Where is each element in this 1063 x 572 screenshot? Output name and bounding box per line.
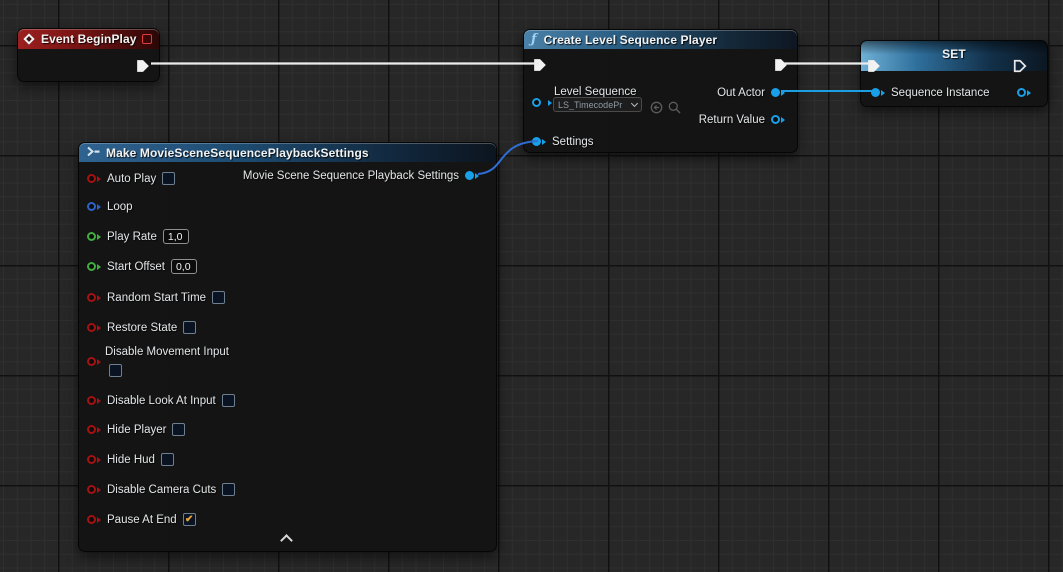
pin-row-restore-state: Restore State bbox=[87, 320, 196, 335]
pin-row-play-rate: Play Rate bbox=[87, 229, 189, 244]
node-title: Make MovieSceneSequencePlaybackSettings bbox=[106, 146, 369, 160]
browse-asset-magnifier-icon[interactable] bbox=[668, 100, 681, 115]
out-actor-row: Out Actor bbox=[717, 85, 785, 100]
pin-row-auto-play: Auto Play bbox=[87, 171, 175, 186]
level-sequence-input-pin[interactable] bbox=[532, 95, 552, 110]
use-selected-asset-icon[interactable] bbox=[650, 100, 663, 115]
restore-state-checkbox[interactable] bbox=[183, 321, 196, 334]
bool-input-pin[interactable] bbox=[87, 293, 101, 302]
pin-label: Random Start Time bbox=[107, 292, 206, 304]
node-header[interactable]: ƒ Create Level Sequence Player bbox=[524, 30, 797, 49]
function-icon: ƒ bbox=[531, 32, 537, 47]
bool-input-pin[interactable] bbox=[87, 396, 101, 405]
pin-row-start-offset: Start Offset bbox=[87, 259, 197, 274]
bool-input-pin[interactable] bbox=[87, 357, 101, 366]
return-value-output-pin[interactable] bbox=[771, 115, 785, 124]
make-struct-icon bbox=[86, 144, 100, 162]
dropdown-value: LS_TimecodePr bbox=[558, 100, 626, 110]
node-header[interactable]: Event BeginPlay bbox=[18, 29, 159, 49]
node-create-level-sequence-player[interactable]: ƒ Create Level Sequence Player Level Seq… bbox=[523, 29, 798, 153]
struct-output-row: Movie Scene Sequence Playback Settings bbox=[243, 168, 479, 183]
level-sequence-asset-dropdown[interactable]: LS_TimecodePr bbox=[553, 97, 642, 112]
bool-input-pin[interactable] bbox=[87, 455, 101, 464]
auto-play-checkbox[interactable] bbox=[162, 172, 175, 185]
out-actor-output-pin[interactable] bbox=[771, 88, 785, 97]
pin-row-loop: Loop bbox=[87, 199, 133, 214]
bool-input-pin[interactable] bbox=[87, 515, 101, 524]
event-diamond-icon bbox=[23, 33, 34, 44]
bool-input-pin[interactable] bbox=[87, 485, 101, 494]
exec-input-pin[interactable] bbox=[867, 58, 881, 73]
pin-row-pause-at-end: Pause At End ✔ bbox=[87, 512, 196, 527]
sequence-instance-row: Sequence Instance bbox=[871, 85, 989, 100]
pin-label: Hide Player bbox=[107, 424, 166, 436]
exec-output-pin[interactable] bbox=[774, 57, 788, 72]
bool-input-pin[interactable] bbox=[87, 174, 101, 183]
pin-label: Start Offset bbox=[107, 261, 165, 273]
pin-row-random-start-time: Random Start Time bbox=[87, 290, 225, 305]
node-event-beginplay[interactable]: Event BeginPlay bbox=[17, 28, 160, 82]
sequence-instance-input-pin[interactable] bbox=[871, 88, 885, 97]
disable-camera-cuts-checkbox[interactable] bbox=[222, 483, 235, 496]
float-input-pin[interactable] bbox=[87, 262, 101, 271]
disable-movement-input-checkbox[interactable] bbox=[109, 364, 122, 377]
pin-row-hide-player: Hide Player bbox=[87, 422, 185, 437]
collapse-node-chevron[interactable] bbox=[280, 534, 293, 547]
start-offset-field[interactable] bbox=[171, 259, 197, 274]
playback-settings-output-pin[interactable] bbox=[465, 171, 479, 180]
pin-label-return-value: Return Value bbox=[699, 114, 765, 126]
pin-label: Auto Play bbox=[107, 173, 156, 185]
pin-label-output: Movie Scene Sequence Playback Settings bbox=[243, 170, 459, 182]
pin-label: Disable Look At Input bbox=[107, 395, 216, 407]
pin-label: Pause At End bbox=[107, 514, 177, 526]
node-set-variable[interactable]: SET Sequence Instance bbox=[860, 40, 1048, 107]
pin-label: Play Rate bbox=[107, 231, 157, 243]
float-input-pin[interactable] bbox=[87, 232, 101, 241]
pin-label: Loop bbox=[107, 201, 133, 213]
hide-hud-checkbox[interactable] bbox=[161, 453, 174, 466]
node-title: Create Level Sequence Player bbox=[544, 33, 718, 47]
pin-label: Restore State bbox=[107, 322, 177, 334]
return-value-row: Return Value bbox=[699, 112, 785, 127]
pause-at-end-checkbox[interactable]: ✔ bbox=[183, 513, 196, 526]
sequence-instance-output-pin[interactable] bbox=[1017, 85, 1031, 100]
pin-row-disable-camera-cuts: Disable Camera Cuts bbox=[87, 482, 235, 497]
node-header[interactable]: Make MovieSceneSequencePlaybackSettings bbox=[79, 143, 496, 162]
pin-label: Hide Hud bbox=[107, 454, 155, 466]
hide-player-checkbox[interactable] bbox=[172, 423, 185, 436]
node-make-moviescene-playback-settings[interactable]: Make MovieSceneSequencePlaybackSettings … bbox=[78, 142, 497, 552]
bool-input-pin[interactable] bbox=[87, 425, 101, 434]
blueprint-canvas[interactable]: Event BeginPlay ƒ Create Level Sequence … bbox=[0, 0, 1063, 572]
pin-label: Disable Camera Cuts bbox=[107, 484, 216, 496]
disable-look-at-input-checkbox[interactable] bbox=[222, 394, 235, 407]
exec-output-pin[interactable] bbox=[1013, 58, 1027, 73]
exec-input-pin[interactable] bbox=[533, 57, 547, 72]
random-start-time-checkbox[interactable] bbox=[212, 291, 225, 304]
pin-row-hide-hud: Hide Hud bbox=[87, 452, 174, 467]
chevron-down-icon bbox=[631, 100, 638, 107]
pin-label-out-actor: Out Actor bbox=[717, 87, 765, 99]
exec-output-pin[interactable] bbox=[136, 59, 150, 73]
node-title: Event BeginPlay bbox=[41, 32, 137, 46]
pin-label-settings: Settings bbox=[552, 136, 594, 148]
settings-input-pin[interactable] bbox=[532, 137, 546, 146]
pin-label-disable-movement-input: Disable Movement Input bbox=[105, 346, 229, 358]
pin-row-disable-look-at-input: Disable Look At Input bbox=[87, 393, 235, 408]
settings-input-row: Settings bbox=[532, 134, 594, 149]
bool-input-pin[interactable] bbox=[87, 323, 101, 332]
delegate-pin-icon[interactable] bbox=[142, 34, 152, 44]
play-rate-field[interactable] bbox=[163, 229, 189, 244]
struct-input-pin[interactable] bbox=[87, 202, 101, 211]
pin-label-sequence-instance: Sequence Instance bbox=[891, 87, 989, 99]
